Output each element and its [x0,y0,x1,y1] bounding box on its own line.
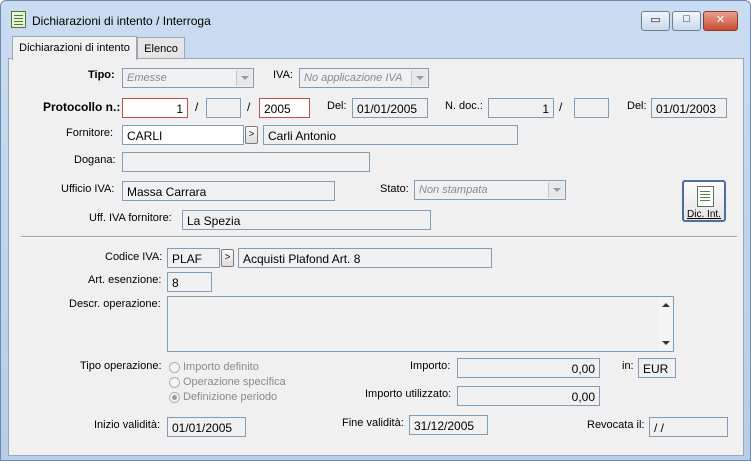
ndoc-date-field[interactable]: 01/01/2003 [651,98,727,118]
ufficio-iva-label: Ufficio IVA: [61,183,115,195]
codice-iva-code-field[interactable]: PLAF [167,248,220,268]
importo-utilizzato-label: Importo utilizzato: [365,388,452,400]
ndoc-serie-field[interactable] [574,98,609,118]
iva-select[interactable]: No applicazione IVA [299,68,429,88]
fine-validita-field[interactable]: 31/12/2005 [409,415,488,435]
close-icon: ✕ [715,14,726,26]
codice-iva-zoom-button[interactable]: > [221,249,234,267]
codice-iva-label: Codice IVA: [105,251,163,263]
protocollo-slash: / [247,100,251,114]
dogana-label: Dogana: [74,154,116,166]
protocollo-slash: / [195,100,199,114]
stato-select[interactable]: Non stampata [414,180,566,200]
del-label: Del: [327,100,347,112]
stato-label: Stato: [380,183,409,195]
declaration-document-icon [697,186,714,207]
art-esenzione-label: Art. esenzione: [88,274,162,286]
importo-utilizzato-field[interactable]: 0,00 [457,386,600,406]
dogana-field[interactable] [122,152,370,172]
app-window: Dichiarazioni di intento / Interroga ▭ □… [0,0,751,461]
tipo-value: Emesse [127,72,167,84]
stato-value: Non stampata [419,184,488,196]
del-label: Del: [627,100,647,112]
ndoc-label: N. doc.: [445,100,483,112]
section-divider [21,236,737,238]
tab-dichiarazioni[interactable]: Dichiarazioni di intento [12,36,137,60]
dic-int-button-label: Dic. Int. [687,209,721,220]
chevron-down-icon[interactable] [411,70,427,86]
radio-operazione-specifica-label: Operazione specifica [183,376,286,388]
descr-operazione-label: Descr. operazione: [69,298,161,310]
radio-importo-definito-label: Importo definito [183,361,259,373]
protocollo-label: Protocollo n.: [43,100,121,114]
window-title: Dichiarazioni di intento / Interroga [32,14,211,28]
radio-definizione-periodo[interactable] [169,392,180,403]
codice-iva-description-field[interactable]: Acquisti Plafond Art. 8 [238,248,492,268]
iva-value: No applicazione IVA [304,72,403,84]
close-button[interactable]: ✕ [703,11,738,31]
document-icon [11,11,26,28]
chevron-down-icon[interactable] [236,70,252,86]
dic-int-button[interactable]: Dic. Int. [682,180,726,222]
protocollo-date-field[interactable]: 01/01/2005 [352,98,428,118]
scroll-up-icon[interactable] [662,303,670,307]
revocata-il-field[interactable]: / / [649,417,728,437]
tipo-operazione-label: Tipo operazione: [80,360,162,372]
descr-operazione-scrollbar[interactable] [659,297,673,351]
descr-operazione-textarea[interactable] [167,296,674,352]
scroll-down-icon[interactable] [662,341,670,345]
tipo-select[interactable]: Emesse [122,68,254,88]
protocollo-serie-field[interactable] [206,98,241,118]
chevron-down-icon[interactable] [548,182,564,198]
tab-elenco[interactable]: Elenco [137,37,185,60]
protocollo-year-field[interactable]: 2005 [259,98,310,118]
fornitore-name-field[interactable]: Carli Antonio [263,125,518,145]
radio-definizione-periodo-label: Definizione periodo [183,391,278,403]
revocata-il-label: Revocata il: [587,419,645,431]
minimize-button[interactable]: ▭ [641,11,670,31]
uff-iva-fornitore-label: Uff. IVA fornitore: [89,212,172,224]
importo-field[interactable]: 0,00 [457,358,600,378]
minimize-icon: ▭ [650,14,661,26]
ufficio-iva-field[interactable]: Massa Carrara [122,181,335,201]
importo-label: Importo: [410,360,451,372]
uff-iva-fornitore-field[interactable]: La Spezia [182,210,431,230]
ndoc-number-field[interactable]: 1 [488,98,554,118]
fornitore-zoom-button[interactable]: > [245,126,258,144]
maximize-button[interactable]: □ [672,11,701,31]
inizio-validita-label: Inizio validità: [94,419,161,431]
fornitore-label: Fornitore: [66,127,114,139]
radio-importo-definito[interactable] [169,362,180,373]
art-esenzione-field[interactable]: 8 [167,272,212,292]
protocollo-number-field[interactable]: 1 [122,98,188,118]
valuta-field[interactable]: EUR [638,358,676,378]
tab-elenco-label: Elenco [144,43,178,55]
title-bar[interactable]: Dichiarazioni di intento / Interroga ▭ □… [1,1,750,33]
maximize-icon: □ [683,13,690,25]
inizio-validita-field[interactable]: 01/01/2005 [167,417,246,437]
iva-label: IVA: [273,69,293,81]
valuta-label: in: [622,360,634,372]
tab-dichiarazioni-label: Dichiarazioni di intento [19,42,130,54]
ndoc-slash: / [559,100,563,114]
tipo-label: Tipo: [88,69,115,81]
fornitore-code-field[interactable]: CARLI [122,125,244,145]
fine-validita-label: Fine validità: [342,417,404,429]
radio-operazione-specifica[interactable] [169,377,180,388]
